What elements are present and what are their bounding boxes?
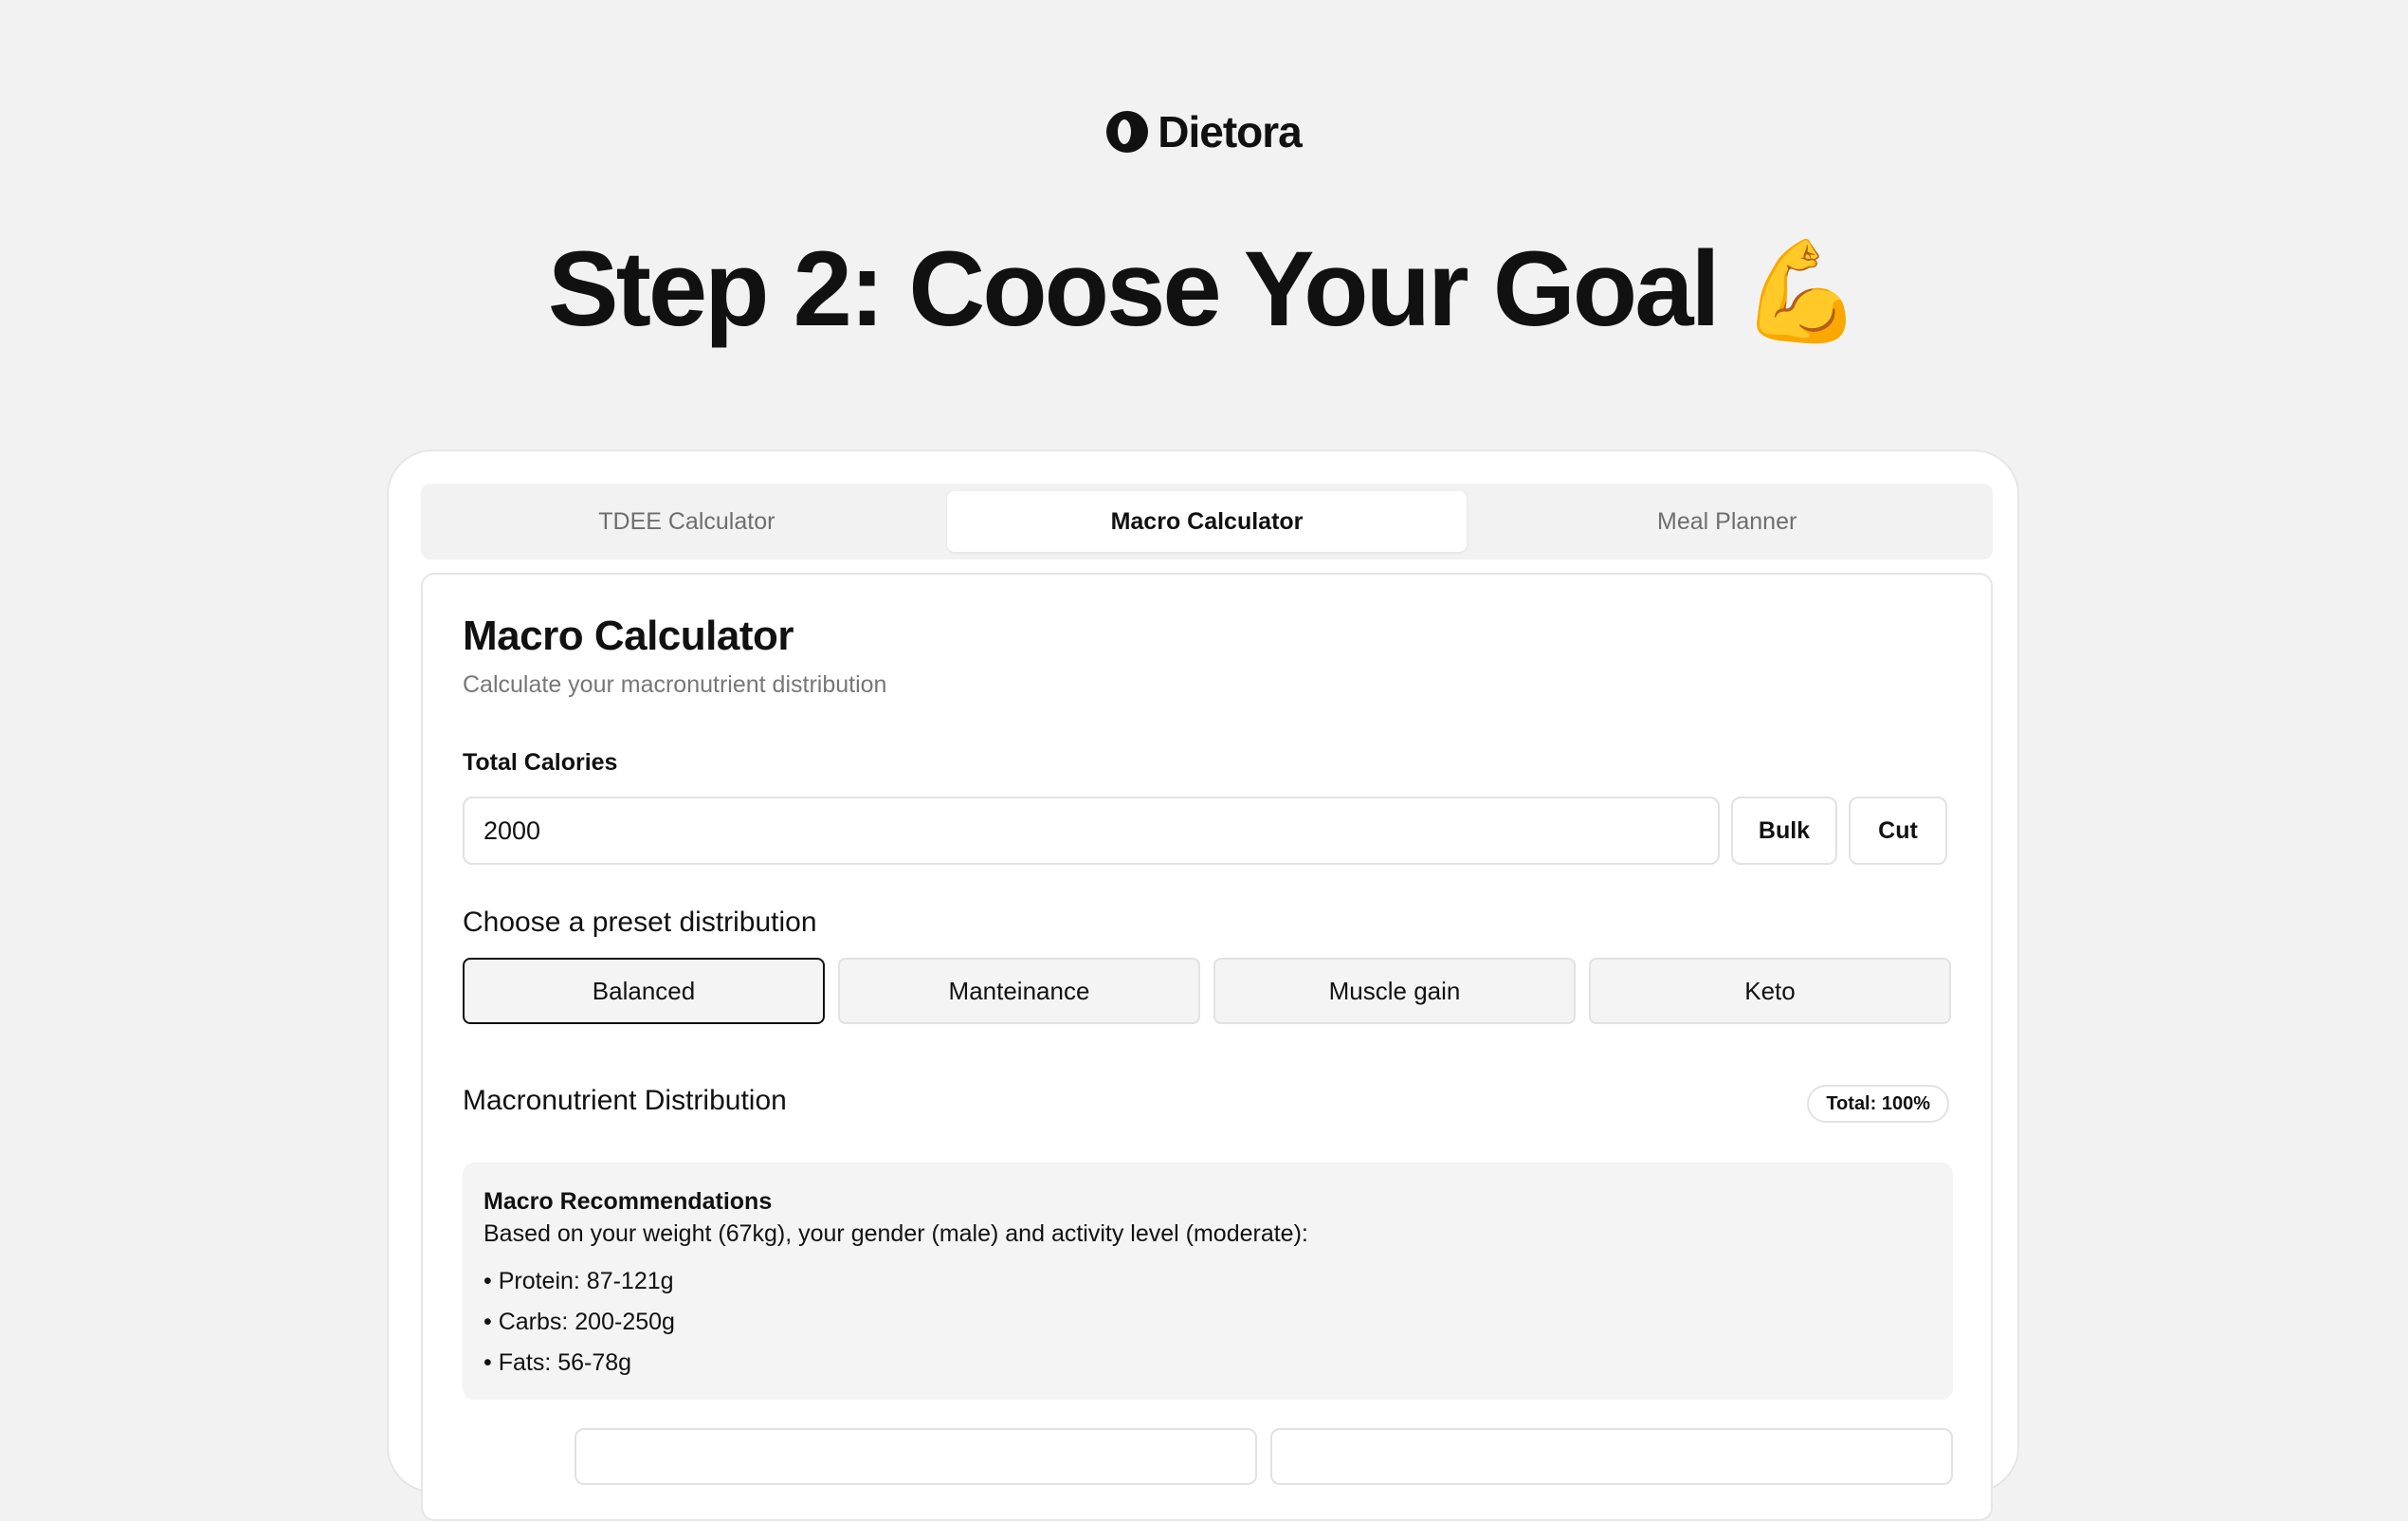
- panel-title: Macro Calculator: [463, 613, 794, 659]
- calculator-card: TDEE Calculator Macro Calculator Meal Pl…: [387, 449, 2019, 1521]
- preset-distribution-label: Choose a preset distribution: [463, 907, 817, 938]
- brand-name: Dietora: [1158, 107, 1302, 156]
- preset-options: Balanced Manteinance Muscle gain Keto: [463, 958, 1951, 1024]
- macro-slider-row: [575, 1428, 1953, 1485]
- macro-input-right[interactable]: [1270, 1428, 1953, 1485]
- total-badge: Total: 100%: [1807, 1085, 1949, 1123]
- tab-bar: TDEE Calculator Macro Calculator Meal Pl…: [421, 484, 1993, 559]
- tab-meal-planner[interactable]: Meal Planner: [1467, 491, 1987, 552]
- tab-macro-calculator[interactable]: Macro Calculator: [946, 491, 1468, 552]
- macro-input-left[interactable]: [575, 1428, 1257, 1485]
- flexed-biceps-icon: 💪: [1740, 237, 1863, 347]
- preset-balanced-button[interactable]: Balanced: [463, 958, 825, 1024]
- macro-recommendations-box: Macro Recommendations Based on your weig…: [463, 1163, 1953, 1400]
- list-item-protein: • Protein: 87-121g: [483, 1268, 674, 1294]
- panel-subtitle: Calculate your macronutrient distributio…: [463, 671, 887, 698]
- list-item-carbs: • Carbs: 200-250g: [483, 1309, 675, 1335]
- recommendations-title: Macro Recommendations: [483, 1188, 773, 1215]
- preset-muscle-gain-button[interactable]: Muscle gain: [1213, 958, 1576, 1024]
- tab-tdee-calculator[interactable]: TDEE Calculator: [427, 491, 947, 552]
- recommendations-list: • Protein: 87-121g • Carbs: 200-250g • F…: [483, 1261, 1932, 1384]
- preset-keto-button[interactable]: Keto: [1589, 958, 1951, 1024]
- macro-calculator-panel: Macro Calculator Calculate your macronut…: [421, 573, 1993, 1521]
- recommendations-description: Based on your weight (67kg), your gender…: [483, 1220, 1308, 1247]
- dietora-logo-icon: [1106, 111, 1149, 153]
- macronutrient-distribution-label: Macronutrient Distribution: [463, 1085, 787, 1116]
- total-calories-label: Total Calories: [463, 749, 618, 776]
- brand-logo: Dietora: [0, 106, 2408, 157]
- total-calories-input[interactable]: [463, 797, 1720, 865]
- list-item-fats: • Fats: 56-78g: [483, 1349, 632, 1376]
- page-title: Step 2: Coose Your Goal 💪: [0, 218, 2408, 363]
- preset-manteinance-button[interactable]: Manteinance: [838, 958, 1200, 1024]
- page-title-text: Step 2: Coose Your Goal: [547, 229, 1721, 348]
- bulk-button[interactable]: Bulk: [1731, 797, 1837, 865]
- cut-button[interactable]: Cut: [1849, 797, 1947, 865]
